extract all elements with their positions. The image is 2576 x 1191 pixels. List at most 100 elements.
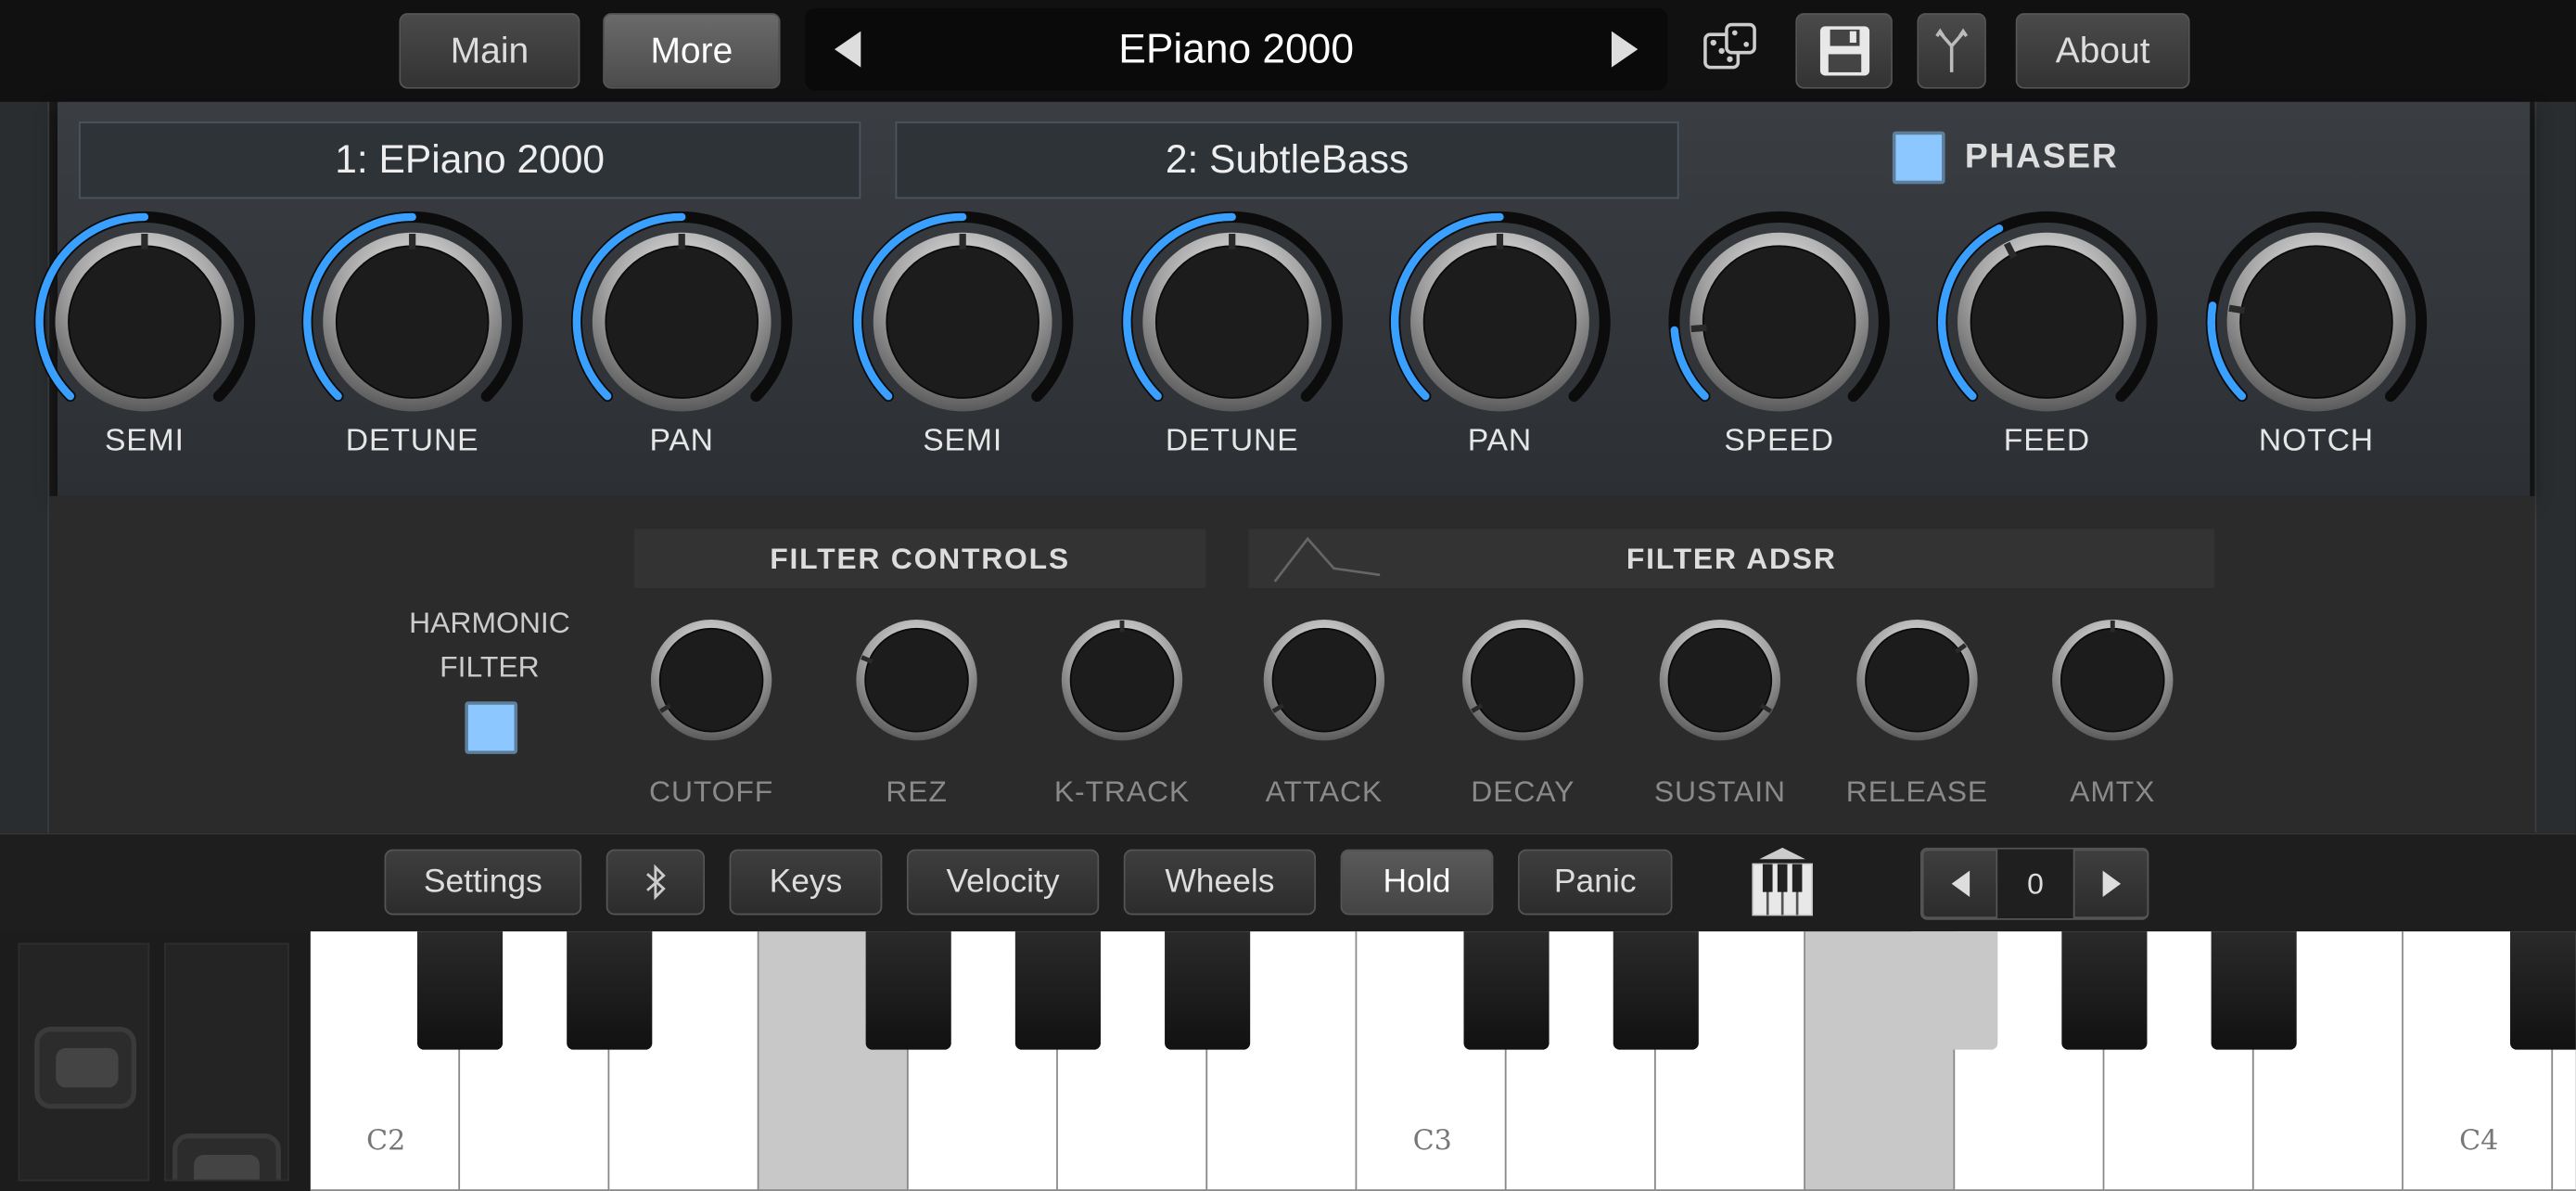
fork-button[interactable] [1917, 13, 1986, 89]
knob-dial[interactable] [570, 211, 794, 442]
knob-feed-phaser[interactable] [1935, 211, 2159, 417]
black-key-fsharp2[interactable] [865, 931, 951, 1050]
knob-decay[interactable] [1447, 605, 1599, 756]
key-octave-label: C2 [366, 1125, 406, 1159]
phaser-label: PHASER [1964, 137, 2119, 176]
about-button[interactable]: About [2015, 13, 2190, 89]
knob-dial[interactable] [1120, 211, 1344, 442]
keyboard-layout-button[interactable] [1750, 846, 1818, 921]
preset-name: EPiano 2000 [1118, 25, 1354, 72]
knob-amtx[interactable] [2037, 605, 2188, 756]
knob-semi-osc1[interactable] [32, 211, 256, 417]
osc1-name[interactable]: 1: EPiano 2000 [79, 122, 861, 199]
knob-dial[interactable] [1667, 211, 1891, 442]
keyboard-icon [1752, 847, 1813, 916]
bluetooth-icon [646, 864, 666, 901]
black-key-csharp4[interactable] [2510, 931, 2576, 1050]
wheels-area [0, 931, 310, 1191]
knob-attack[interactable] [1248, 605, 1399, 756]
piano-keyboard: C2 C3 C4 [310, 931, 2576, 1191]
pitch-wheel-thumb-inner [56, 1047, 119, 1088]
black-key-csharp2[interactable] [416, 931, 504, 1050]
knob-dial[interactable] [1935, 211, 2159, 442]
octave-up-button[interactable] [2072, 849, 2149, 918]
settings-button[interactable]: Settings [384, 849, 582, 916]
knob-label: FEED [2003, 423, 2091, 459]
mod-wheel-thumb-inner [194, 1155, 260, 1180]
knob-dial[interactable] [300, 211, 524, 442]
randomize-button[interactable] [1702, 21, 1761, 81]
panic-button[interactable]: Panic [1517, 849, 1673, 916]
filter-controls-header: FILTER CONTROLS [633, 529, 1206, 589]
mod-wheel-thumb[interactable] [172, 1133, 281, 1180]
black-key-csharp3[interactable] [1463, 931, 1549, 1050]
harmonic-filter-checkbox[interactable] [465, 701, 518, 754]
black-key-gsharp3[interactable] [2061, 931, 2148, 1050]
dice-icon [1703, 22, 1756, 70]
knob-pan-osc2[interactable] [1388, 211, 1612, 417]
octave-value: 0 [1997, 849, 2073, 918]
key-octave-label: C4 [2459, 1125, 2499, 1159]
knob-cutoff[interactable] [636, 605, 787, 756]
knob-detune-osc2[interactable] [1120, 211, 1344, 417]
black-key-dsharp2[interactable] [567, 931, 653, 1050]
black-key-asharp2[interactable] [1165, 931, 1251, 1050]
knob-pan-osc1[interactable] [570, 211, 794, 417]
knob-label: PAN [649, 423, 714, 459]
pitch-wheel[interactable] [18, 942, 150, 1182]
knob-label: RELEASE [1845, 775, 1989, 809]
knob-detune-osc1[interactable] [300, 211, 524, 417]
octave-up-icon [2101, 870, 2121, 897]
preset-selector: EPiano 2000 [805, 7, 1668, 91]
wheels-button[interactable]: Wheels [1123, 849, 1317, 916]
knob-label: DETUNE [345, 423, 479, 459]
keys-button[interactable]: Keys [729, 849, 883, 916]
knob-label: AMTX [2070, 775, 2156, 809]
knob-label: SUSTAIN [1653, 775, 1786, 809]
knob-label: SEMI [104, 423, 185, 459]
knob-label: ATTACK [1265, 775, 1384, 809]
octave-control: 0 [1920, 847, 2149, 920]
knob-sustain[interactable] [1644, 605, 1795, 756]
next-arrow-icon [1611, 31, 1639, 68]
knob-label: K-TRACK [1053, 775, 1191, 809]
key-octave-label: C3 [1412, 1125, 1452, 1159]
knob-label: SEMI [923, 423, 1003, 459]
knob-semi-osc2[interactable] [851, 211, 1075, 417]
envelope-icon [1273, 536, 1381, 583]
bluetooth-button[interactable] [606, 849, 706, 916]
knob-label: PAN [1467, 423, 1533, 459]
next-preset-button[interactable] [1611, 31, 1639, 68]
octave-down-button[interactable] [1921, 849, 1998, 918]
prev-arrow-icon [834, 31, 861, 68]
black-key-fsharp3[interactable] [1912, 931, 1998, 1050]
knob-release[interactable] [1842, 605, 1993, 756]
knob-notch-phaser[interactable] [2204, 211, 2428, 417]
black-key-dsharp3[interactable] [1613, 931, 1699, 1050]
knob-speed-phaser[interactable] [1667, 211, 1891, 417]
knob-dial[interactable] [1388, 211, 1612, 442]
knob-dial[interactable] [851, 211, 1075, 442]
black-key-asharp3[interactable] [2211, 931, 2297, 1050]
hold-button[interactable]: Hold [1340, 849, 1494, 916]
oscillator-panel: 1: EPiano 2000 2: SubtleBass PHASER SEMI… [33, 101, 2531, 496]
phaser-checkbox[interactable] [1892, 131, 1945, 185]
knob-k-track[interactable] [1047, 605, 1198, 756]
prev-preset-button[interactable] [834, 31, 861, 68]
knob-label: DETUNE [1165, 423, 1299, 459]
velocity-button[interactable]: Velocity [906, 849, 1100, 916]
knob-dial[interactable] [2204, 211, 2428, 442]
harmonic-filter-label: HARMONIC FILTER [362, 601, 618, 690]
osc2-name[interactable]: 2: SubtleBass [895, 122, 1679, 199]
knob-label: CUTOFF [649, 775, 774, 809]
filter-adsr-title: FILTER ADSR [1626, 541, 1837, 574]
knob-dial[interactable] [32, 211, 256, 442]
knob-rez[interactable] [841, 605, 992, 756]
mod-wheel[interactable] [164, 942, 289, 1182]
tab-main[interactable]: Main [399, 13, 580, 89]
save-button[interactable] [1795, 13, 1893, 89]
pitch-wheel-thumb[interactable] [34, 1026, 137, 1109]
tab-more[interactable]: More [603, 13, 781, 89]
black-key-gsharp2[interactable] [1014, 931, 1101, 1050]
top-bar: Main More EPiano 2000 About [0, 0, 2576, 102]
